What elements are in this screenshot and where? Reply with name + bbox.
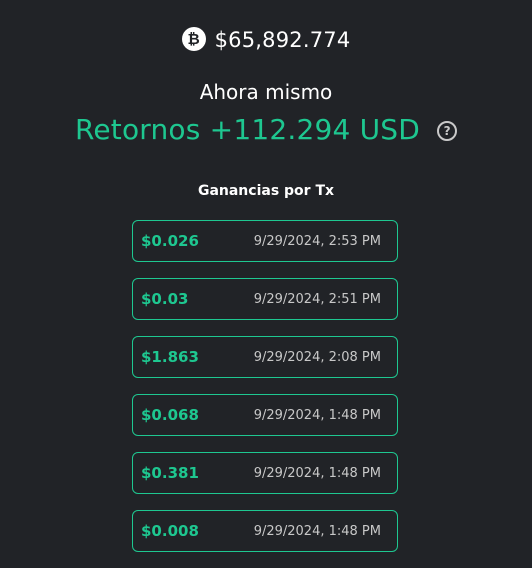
btc-price-row: ₿ $65,892.774 (0, 27, 532, 52)
transaction-item[interactable]: $0.026 9/29/2024, 2:53 PM (132, 220, 398, 262)
btc-price: $65,892.774 (214, 28, 351, 52)
transaction-amount: $0.026 (141, 232, 199, 250)
transaction-time: 9/29/2024, 1:48 PM (253, 407, 381, 423)
returns-row: Retornos +112.294 USD ? (0, 113, 532, 146)
transaction-amount: $0.03 (141, 290, 189, 308)
transaction-item[interactable]: $0.008 9/29/2024, 1:48 PM (132, 510, 398, 552)
returns-value: Retornos +112.294 USD (74, 113, 421, 146)
transaction-amount: $0.381 (141, 464, 199, 482)
bitcoin-icon: ₿ (181, 27, 206, 51)
transaction-amount: $1.863 (141, 348, 199, 366)
transaction-item[interactable]: $0.381 9/29/2024, 1:48 PM (132, 452, 398, 494)
transaction-amount: $0.068 (141, 406, 199, 424)
section-title: Ganancias por Tx (197, 183, 335, 199)
transaction-item[interactable]: $1.863 9/29/2024, 2:08 PM (132, 336, 398, 378)
transaction-time: 9/29/2024, 2:51 PM (253, 291, 381, 307)
question-circle-icon[interactable]: ? (437, 120, 458, 141)
transaction-item[interactable]: $0.03 9/29/2024, 2:51 PM (132, 278, 398, 320)
transaction-list: $0.026 9/29/2024, 2:53 PM $0.03 9/29/202… (132, 220, 398, 568)
transaction-time: 9/29/2024, 2:53 PM (253, 233, 381, 249)
now-label: Ahora mismo (199, 80, 333, 104)
transaction-amount: $0.008 (141, 522, 199, 540)
transaction-time: 9/29/2024, 2:08 PM (253, 349, 381, 365)
transaction-item[interactable]: $0.068 9/29/2024, 1:48 PM (132, 394, 398, 436)
transaction-time: 9/29/2024, 1:48 PM (253, 465, 381, 481)
transaction-time: 9/29/2024, 1:48 PM (253, 523, 381, 539)
